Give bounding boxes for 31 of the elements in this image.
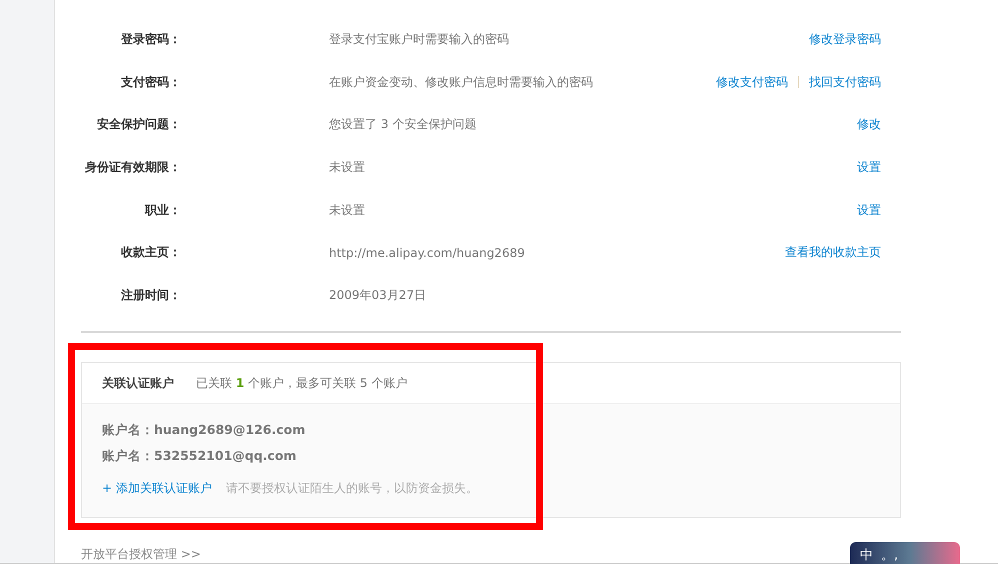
- linked-summary: 已关联 1 个账户，最多可关联 5 个账户: [196, 374, 408, 392]
- field-label: 身份证有效期限：: [85, 159, 181, 176]
- card-title: 关联认证账户: [102, 374, 174, 392]
- action-link[interactable]: 查看我的收款主页: [785, 244, 881, 262]
- field-label: 支付密码：: [121, 74, 181, 91]
- action-link[interactable]: 设置: [857, 202, 881, 219]
- open-platform-link[interactable]: 开放平台授权管理 >>: [81, 546, 201, 564]
- field-value: 2009年03月27日: [329, 287, 428, 304]
- action-link[interactable]: 修改: [857, 116, 881, 134]
- account-name: 账户名：532552101@qq.com: [102, 448, 298, 466]
- account-name: 账户名：huang2689@126.com: [102, 422, 306, 440]
- ime-mode[interactable]: 中: [860, 546, 873, 564]
- field-label: 注册时间：: [121, 287, 181, 304]
- field-value: 未设置: [329, 202, 366, 219]
- field-label: 职业：: [145, 202, 181, 219]
- ime-punctuation[interactable]: 。,: [881, 546, 898, 564]
- field-value: http://me.alipay.com/huang2689: [329, 246, 526, 260]
- action-link[interactable]: 修改登录密码: [809, 30, 881, 48]
- action-link[interactable]: 修改支付密码: [716, 74, 788, 91]
- field-label: 登录密码：: [121, 30, 181, 48]
- field-value: 未设置: [329, 159, 366, 176]
- field-value: 您设置了 3 个安全保护问题: [329, 116, 478, 134]
- action-link[interactable]: 找回支付密码: [809, 74, 881, 91]
- field-value: 登录支付宝账户时需要输入的密码: [329, 30, 510, 48]
- action-link[interactable]: 设置: [857, 159, 881, 176]
- hint-text: 请不要授权认证陌生人的账号，以防资金损失。: [226, 480, 478, 498]
- field-label: 收款主页：: [121, 244, 181, 262]
- field-label: 安全保护问题：: [97, 116, 181, 134]
- field-value: 在账户资金变动、修改账户信息时需要输入的密码: [329, 74, 594, 91]
- ime-toolbar[interactable]: 中 。,: [850, 542, 960, 564]
- add-account-link[interactable]: + 添加关联认证账户: [102, 480, 212, 498]
